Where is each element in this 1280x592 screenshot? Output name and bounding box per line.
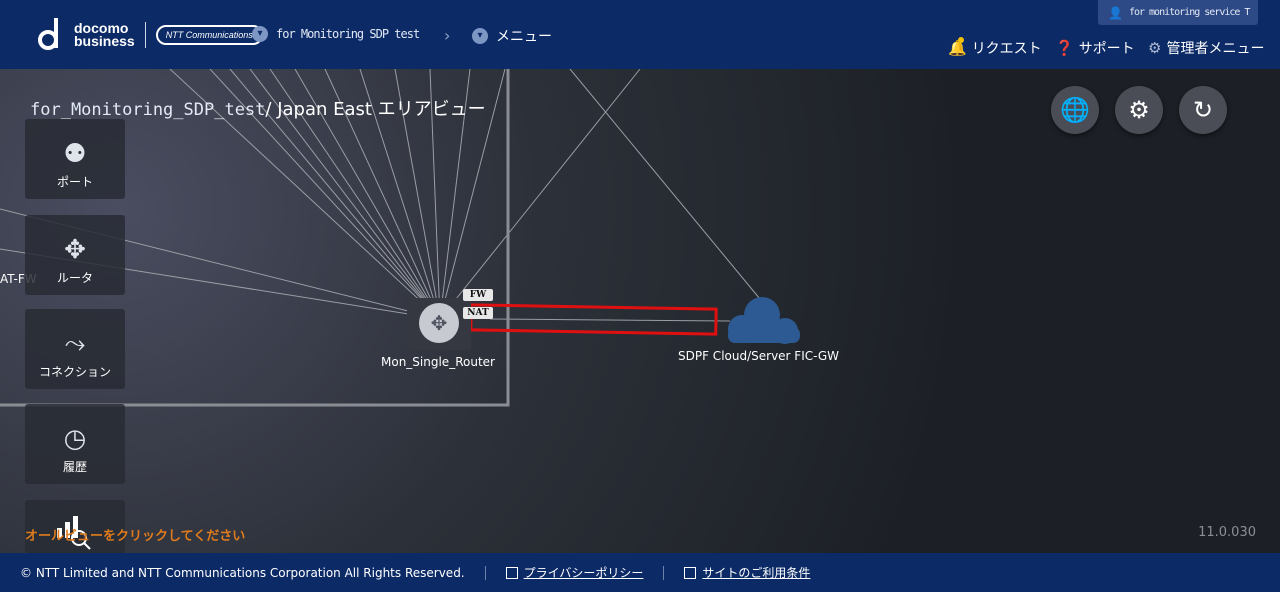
logo-wordmark: docomo business [74, 20, 135, 49]
request-link[interactable]: 🔔 リクエスト [948, 37, 1042, 58]
copyright-text: © NTT Limited and NTT Communications Cor… [20, 565, 465, 580]
external-link-icon [684, 566, 697, 579]
sidebar-item-port[interactable]: ⚉ ポート [25, 119, 125, 199]
menu-label: メニュー [496, 29, 552, 45]
connection-icon: ⤳ [64, 329, 86, 359]
refresh-icon: ↻ [1192, 96, 1214, 124]
sidebar-item-label: ルータ [56, 271, 93, 285]
globe-icon: 🌐 [1060, 96, 1090, 124]
terms-label: サイトのご利用条件 [702, 566, 811, 580]
terms-of-use-link[interactable]: サイトのご利用条件 [684, 564, 810, 581]
notification-dot [958, 37, 964, 43]
nat-tag[interactable]: NAT [463, 307, 493, 319]
docomo-business-logo[interactable]: docomo business NTT Communications [38, 18, 263, 52]
chevron-down-icon: ▾ [252, 26, 268, 42]
tenant-name: for_Monitoring_SDP_test [30, 100, 266, 120]
fw-tag[interactable]: FW [463, 289, 493, 301]
footer-divider [663, 565, 665, 580]
gear-icon: ⚙ [1128, 96, 1150, 124]
privacy-label: プライバシーポリシー [523, 566, 644, 580]
globe-button[interactable]: 🌐 [1051, 86, 1099, 134]
footer: © NTT Limited and NTT Communications Cor… [0, 553, 1280, 592]
request-label: リクエスト [971, 41, 1042, 57]
cloud-icon [728, 297, 800, 344]
sidebar-item-label: 履歴 [62, 460, 87, 474]
sidebar-item-label: コネクション [38, 365, 111, 379]
port-icon: ⚉ [63, 139, 87, 169]
hint-text: オールビューをクリックしてください [25, 529, 246, 544]
area-name: / Japan East エリアビュー [265, 99, 486, 120]
breadcrumb-menu[interactable]: ▾ メニュー [472, 26, 552, 46]
bell-icon: 🔔 [948, 37, 967, 57]
logo-d-mark [38, 18, 64, 52]
cloud-node-label: SDPF Cloud/Server FIC-GW [678, 349, 840, 363]
sidebar-item-label: ポート [56, 175, 93, 189]
chevron-right-icon: › [444, 26, 451, 45]
network-graph [0, 69, 800, 407]
admin-menu-label: 管理者メニュー [1166, 41, 1265, 57]
area-view-canvas[interactable]: for_Monitoring_SDP_test/ Japan East エリアビ… [0, 69, 1280, 553]
settings-button[interactable]: ⚙ [1115, 86, 1163, 134]
router-node-label: Mon_Single_Router [381, 355, 495, 369]
ntt-logo: NTT Communications [155, 25, 263, 45]
footer-divider [484, 565, 486, 580]
privacy-policy-link[interactable]: プライバシーポリシー [505, 564, 644, 581]
router-icon: ✥ [419, 303, 459, 343]
history-icon: ◷ [63, 424, 87, 454]
support-label: サポート [1078, 41, 1135, 57]
router-node[interactable]: ✥ [407, 298, 471, 350]
area-view-title: for_Monitoring_SDP_test/ Japan East エリアビ… [30, 95, 486, 121]
admin-menu-link[interactable]: ⚙ 管理者メニュー [1148, 38, 1264, 58]
breadcrumb-tenant[interactable]: ▾ for Monitoring SDP test [252, 26, 420, 42]
sidebar-item-router[interactable]: ✥ ルータ [25, 215, 125, 295]
refresh-button[interactable]: ↻ [1179, 86, 1227, 134]
help-icon: ❓ [1055, 39, 1074, 57]
top-header: docomo business NTT Communications ▾ for… [0, 0, 1280, 69]
version-label: 11.0.030 [1198, 525, 1256, 540]
user-name: for monitoring service T [1128, 7, 1250, 18]
router-icon: ✥ [64, 235, 86, 265]
external-link-icon [505, 566, 518, 579]
gear-icon: ⚙ [1148, 39, 1162, 57]
sidebar-item-connection[interactable]: ⤳ コネクション [25, 309, 125, 389]
user-icon: 👤 [1108, 5, 1123, 20]
support-link[interactable]: ❓ サポート [1055, 38, 1135, 58]
logo-divider [144, 22, 146, 48]
user-account-button[interactable]: 👤 for monitoring service T [1098, 0, 1258, 25]
sidebar-item-history[interactable]: ◷ 履歴 [25, 404, 125, 484]
tenant-name: for Monitoring SDP test [276, 27, 420, 41]
chevron-down-icon: ▾ [472, 28, 488, 44]
